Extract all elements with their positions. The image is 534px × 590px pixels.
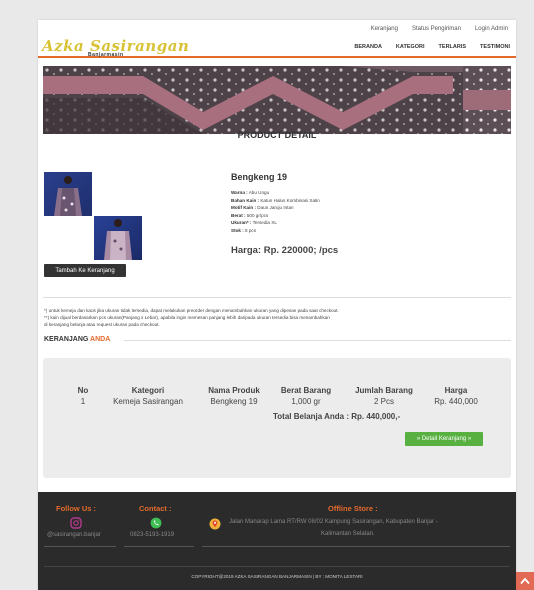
fabric-banner <box>43 66 511 134</box>
footer-contact-title: Contact : <box>139 504 172 513</box>
note-line: di keranjang belanja atau request ukuran… <box>44 322 160 328</box>
person-side-icon <box>104 219 132 260</box>
site-footer: Follow Us : @sasirangan.banjar Contact :… <box>38 492 516 590</box>
product-price: Harga: Rp. 220000; /pcs <box>231 244 339 256</box>
attr-berat: Berat : 500 gr/pcs <box>231 212 269 218</box>
divider <box>44 546 116 547</box>
cell-nama-produk: Bengkeng 19 <box>210 397 258 406</box>
col-header-no: No <box>77 386 89 395</box>
attr-ukuran: Ukuran* : Tersedia XL <box>231 220 277 226</box>
footer-follow-title: Follow Us : <box>56 504 96 513</box>
divider <box>202 546 510 547</box>
page-title: PRODUCT DETAIL <box>237 130 317 140</box>
top-links: Keranjang Status Pengiriman Login Admin <box>38 20 516 38</box>
footer-instagram-handle[interactable]: @sasirangan.banjar <box>47 532 101 538</box>
main-navbar: Azka Sasirangan Banjarmasin BERANDA KATE… <box>38 37 516 58</box>
menu-item-beranda[interactable]: BERANDA <box>354 44 382 50</box>
menu-item-kategori[interactable]: KATEGORI <box>396 44 425 50</box>
footer-store-address-line2: Kalimantan Selatan. <box>321 531 375 537</box>
footer-store-title: Offline Store : <box>328 504 378 513</box>
table-row: 1 Kemeja Sasirangan Bengkeng 19 1,000 gr… <box>68 397 486 406</box>
cart-section-title: KERANJANG ANDA <box>44 336 111 343</box>
note-line: *) untuk kemeja dan kaos jika ukuran tid… <box>44 308 339 313</box>
top-link-login-admin[interactable]: Login Admin <box>475 26 508 32</box>
footer-copyright: COPYRIGHT@2019 AZKA SASIRANGAN BANJARMAS… <box>191 574 363 579</box>
divider <box>43 297 511 298</box>
product-name: Bengkeng 19 <box>231 172 288 182</box>
attr-bahan-kain: Bahan Kain : Katun Halus Kombinasi Satin <box>231 197 320 203</box>
product-image-1[interactable] <box>44 172 92 216</box>
col-header-berat: Berat Barang <box>280 386 332 395</box>
cart-summary: No Kategori Nama Produk Berat Barang Jum… <box>43 358 511 478</box>
main-menu: BERANDA KATEGORI TERLARIS TESTIMONI <box>354 44 510 50</box>
note-line: **) kain dijual berdasarkan pcs ukuran(P… <box>44 315 330 321</box>
top-link-shipping-status[interactable]: Status Pengiriman <box>412 26 461 32</box>
attr-motif-kain: Motif Kain : Daun Jaruju Intan <box>231 205 294 211</box>
scroll-to-top-button[interactable] <box>516 572 534 590</box>
location-pin-icon <box>209 517 221 535</box>
divider <box>124 340 511 341</box>
menu-item-testimoni[interactable]: TESTIMONI <box>480 44 510 50</box>
chevron-up-icon <box>520 577 530 585</box>
col-header-harga: Harga <box>444 386 468 395</box>
col-header-jumlah: Jumlah Barang <box>355 386 413 395</box>
cell-berat: 1,000 gr <box>291 397 321 406</box>
order-notes: *) untuk kemeja dan kaos jika ukuran tid… <box>44 307 514 329</box>
product-info: Bengkeng 19 Warna : Abu Ungu Bahan Kain … <box>231 172 501 256</box>
cell-no: 1 <box>80 397 86 406</box>
top-link-cart[interactable]: Keranjang <box>371 26 398 32</box>
page-container: Keranjang Status Pengiriman Login Admin … <box>38 20 516 590</box>
col-header-nama-produk: Nama Produk <box>208 386 260 395</box>
footer-store-address-line1: Jalan Manarap Lama RT/RW 08/02 Kampung S… <box>229 519 438 525</box>
person-front-icon <box>54 176 82 216</box>
add-to-cart-button[interactable]: Tambah Ke Keranjang <box>44 264 126 277</box>
cart-total: Total Belanja Anda : Rp. 440,000,- <box>273 412 401 421</box>
attr-warna: Warna : Abu Ungu <box>231 190 270 195</box>
cell-harga: Rp. 440,000 <box>434 397 478 406</box>
divider <box>44 566 510 567</box>
col-header-kategori: Kategori <box>131 386 165 395</box>
cart-detail-button[interactable]: » Detail Keranjang » <box>405 432 483 446</box>
site-logo[interactable]: Azka Sasirangan Banjarmasin <box>42 37 189 58</box>
attr-stok: Stok : 8 pcs <box>231 227 257 233</box>
footer-phone[interactable]: 0823-5193-1919 <box>130 532 174 538</box>
logo-subtitle: Banjarmasin <box>88 52 124 58</box>
menu-item-terlaris[interactable]: TERLARIS <box>439 44 467 50</box>
cart-table: No Kategori Nama Produk Berat Barang Jum… <box>68 386 486 406</box>
product-image-2[interactable] <box>94 216 142 260</box>
divider <box>124 546 194 547</box>
product-detail: Tambah Ke Keranjang Bengkeng 19 Warna : … <box>38 172 516 282</box>
cell-jumlah: 2 Pcs <box>373 397 394 406</box>
cell-kategori: Kemeja Sasirangan <box>113 397 183 406</box>
